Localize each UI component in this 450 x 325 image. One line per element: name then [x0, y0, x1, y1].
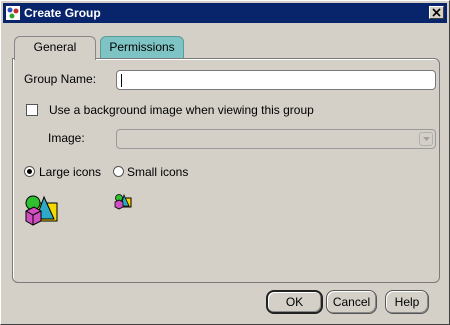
tab-permissions[interactable]: Permissions [100, 36, 184, 58]
small-shapes-icon [114, 193, 132, 210]
chevron-down-icon [423, 137, 430, 141]
title-bar[interactable]: Create Group [3, 3, 447, 23]
cancel-button[interactable]: Cancel [326, 290, 377, 314]
small-icons-radio[interactable] [113, 166, 124, 177]
window-title: Create Group [24, 6, 101, 20]
app-icon [6, 6, 20, 20]
ok-button[interactable]: OK [266, 290, 323, 314]
large-icons-radio[interactable] [24, 166, 35, 177]
ok-button-label: OK [285, 295, 304, 309]
close-icon [432, 8, 441, 17]
image-label: Image: [48, 131, 85, 145]
group-name-label: Group Name: [24, 72, 97, 86]
text-caret [121, 74, 122, 87]
small-icons-label[interactable]: Small icons [127, 165, 188, 179]
background-image-checkbox-label[interactable]: Use a background image when viewing this… [49, 103, 314, 117]
help-button[interactable]: Help [385, 290, 429, 314]
tab-permissions-label: Permissions [109, 40, 175, 54]
close-button[interactable] [429, 6, 444, 19]
cancel-button-label: Cancel [332, 295, 371, 309]
background-image-checkbox[interactable] [26, 104, 38, 116]
group-name-input[interactable] [116, 70, 436, 90]
image-select-dropdown-button[interactable] [419, 132, 433, 146]
tab-general[interactable]: General [14, 36, 96, 60]
large-shapes-icon [25, 195, 58, 226]
tab-general-label: General [33, 40, 77, 54]
create-group-dialog: Create Group General Permissions Group N… [0, 0, 450, 325]
image-select[interactable] [116, 129, 436, 149]
large-icons-label[interactable]: Large icons [39, 165, 101, 179]
help-button-label: Help [394, 295, 420, 309]
